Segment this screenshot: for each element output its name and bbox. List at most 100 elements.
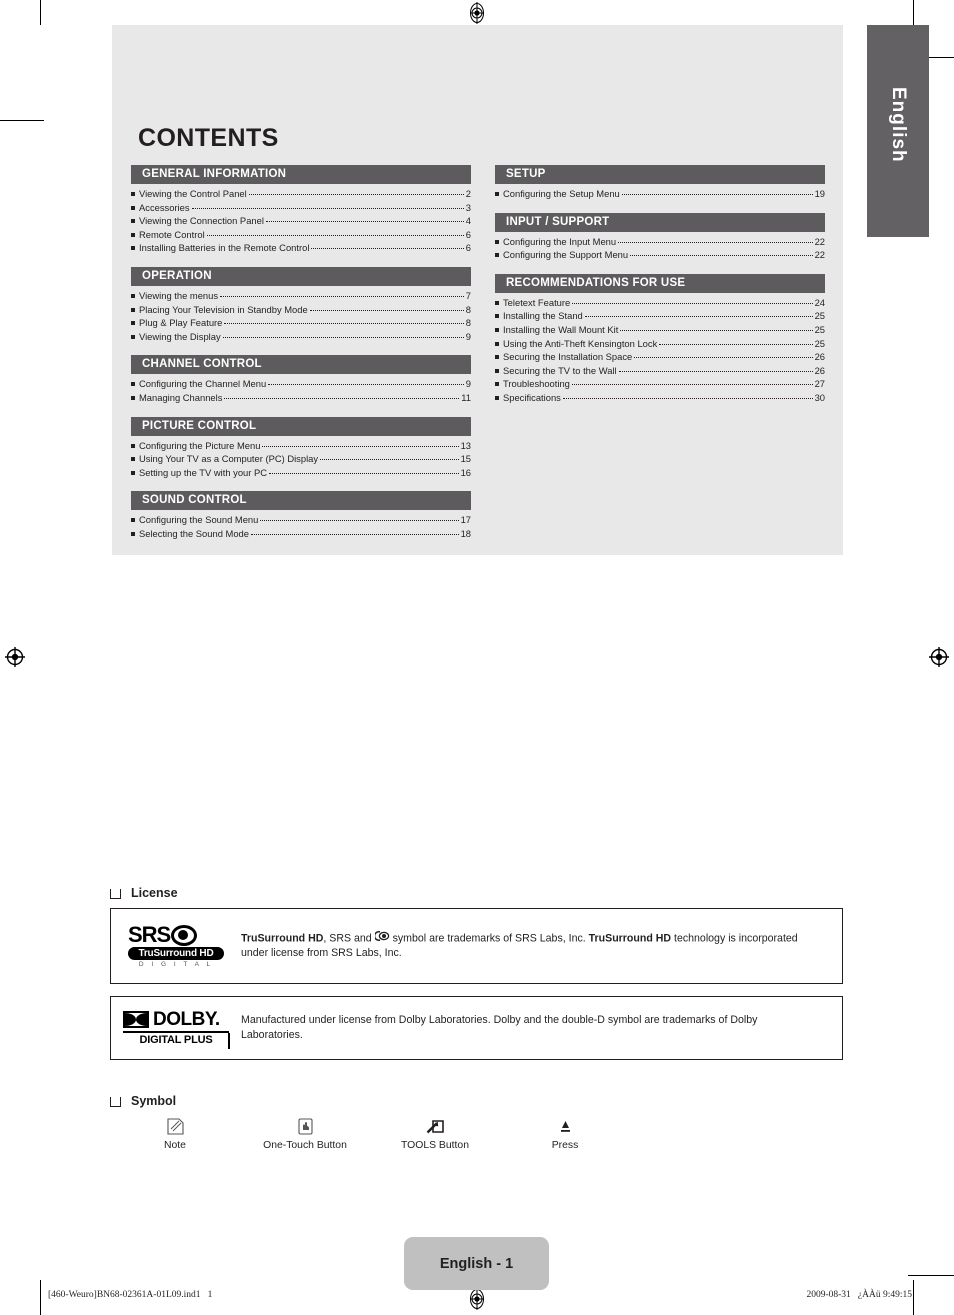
toc-entry-label: Configuring the Input Menu bbox=[503, 235, 617, 247]
toc-leader-dots bbox=[571, 377, 813, 386]
toc-entry-page: 17 bbox=[460, 514, 471, 526]
toc-leader-dots bbox=[260, 513, 459, 522]
toc-entry[interactable]: Using the Anti-Theft Kensington Lock 25 bbox=[495, 337, 825, 351]
symbol-legend-row: Note One-Touch Button TOOLS Button Press bbox=[110, 1114, 630, 1151]
toc-entry[interactable]: Securing the Installation Space 26 bbox=[495, 350, 825, 364]
square-bullet-icon bbox=[131, 334, 135, 339]
toc-entry[interactable]: Installing the Wall Mount Kit 25 bbox=[495, 323, 825, 337]
toc-section-header: RECOMMENDATIONS FOR USE bbox=[495, 273, 825, 293]
language-tab: English bbox=[867, 25, 929, 237]
toc-entry-label: Securing the Installation Space bbox=[503, 351, 633, 363]
symbol-label-one-touch: One-Touch Button bbox=[263, 1140, 347, 1151]
toc-leader-dots bbox=[248, 187, 464, 195]
toc-entry[interactable]: Remote Control 6 bbox=[131, 228, 471, 242]
toc-entry-label: Installing the Stand bbox=[503, 310, 583, 322]
toc-entry[interactable]: Installing Batteries in the Remote Contr… bbox=[131, 241, 471, 255]
toc-leader-dots bbox=[584, 309, 813, 318]
toc-entry-label: Plug & Play Feature bbox=[139, 317, 223, 329]
square-bullet-icon bbox=[131, 395, 135, 400]
toc-entry-label: Placing Your Television in Standby Mode bbox=[139, 303, 308, 315]
toc-entry-page: 6 bbox=[465, 228, 471, 240]
registration-mark-top bbox=[466, 2, 488, 24]
toc-entry[interactable]: Viewing the Connection Panel 4 bbox=[131, 214, 471, 228]
dolby-license-text: Manufactured under license from Dolby La… bbox=[241, 1014, 758, 1041]
toc-item-list: Teletext Feature 24 Installing the Stand 25… bbox=[495, 293, 825, 405]
dolby-digital-plus-logo-icon: DOLBY. DIGITAL PLUS bbox=[123, 1010, 230, 1049]
toc-leader-dots bbox=[222, 330, 464, 338]
symbol-label-tools: TOOLS Button bbox=[401, 1140, 469, 1151]
toc-leader-dots bbox=[206, 228, 464, 236]
toc-entry-label: Configuring the Picture Menu bbox=[139, 439, 261, 451]
square-bullet-icon bbox=[110, 1097, 121, 1107]
toc-entry[interactable]: Selecting the Sound Mode 18 bbox=[131, 527, 471, 541]
toc-entry[interactable]: Setting up the TV with your PC 16 bbox=[131, 466, 471, 480]
toc-leader-dots bbox=[224, 391, 460, 399]
toc-entry[interactable]: Viewing the Control Panel 2 bbox=[131, 187, 471, 201]
toc-column-right: SETUP Configuring the Setup Menu 19 INPUT /… bbox=[495, 165, 825, 417]
license-box-srs: SRS TruSurround HD D I G I T A L TruSurr… bbox=[110, 908, 843, 984]
toc-entry[interactable]: Configuring the Picture Menu 13 bbox=[131, 439, 471, 453]
note-icon bbox=[110, 1114, 240, 1138]
toc-leader-dots bbox=[224, 316, 464, 325]
symbol-heading-label: Symbol bbox=[131, 1094, 177, 1108]
square-bullet-icon bbox=[131, 192, 135, 196]
toc-group: INPUT / SUPPORT Configuring the Input Men… bbox=[495, 212, 825, 262]
toc-entry[interactable]: Configuring the Support Menu 22 bbox=[495, 248, 825, 262]
toc-group: RECOMMENDATIONS FOR USE Teletext Feature 2… bbox=[495, 273, 825, 405]
toc-entry-page: 25 bbox=[814, 310, 825, 322]
document-page: English CONTENTS GENERAL INFORMATION View… bbox=[0, 0, 954, 1315]
toc-entry[interactable]: Installing the Stand 25 bbox=[495, 309, 825, 323]
toc-entry-label: Accessories bbox=[139, 201, 190, 213]
toc-leader-dots bbox=[265, 214, 464, 223]
toc-entry[interactable]: Placing Your Television in Standby Mode 8 bbox=[131, 303, 471, 317]
toc-entry-page: 9 bbox=[465, 378, 471, 390]
toc-group: CHANNEL CONTROL Configuring the Channel M… bbox=[131, 355, 471, 404]
square-bullet-icon bbox=[131, 457, 135, 462]
toc-entry[interactable]: Configuring the Sound Menu 17 bbox=[131, 513, 471, 527]
srs-license-text: TruSurround HD, SRS and symbol are trade… bbox=[241, 930, 842, 961]
toc-group: SOUND CONTROL Configuring the Sound Menu 1… bbox=[131, 491, 471, 540]
toc-group: PICTURE CONTROL Configuring the Picture M… bbox=[131, 416, 471, 480]
square-bullet-icon bbox=[131, 321, 135, 326]
toc-entry[interactable]: Configuring the Channel Menu 9 bbox=[131, 377, 471, 391]
toc-leader-dots bbox=[634, 350, 813, 359]
square-bullet-icon bbox=[131, 443, 135, 448]
toc-entry[interactable]: Specifications 30 bbox=[495, 391, 825, 405]
toc-entry-label: Setting up the TV with your PC bbox=[139, 466, 268, 478]
crop-mark-top-left bbox=[40, 0, 41, 25]
crop-mark-bottom-right-vertical bbox=[913, 1280, 914, 1315]
crop-mark-top-right bbox=[913, 0, 914, 26]
toc-entry[interactable]: Configuring the Input Menu 22 bbox=[495, 235, 825, 249]
srs-text-part1: TruSurround HD bbox=[241, 932, 324, 945]
toc-entry[interactable]: Teletext Feature 24 bbox=[495, 296, 825, 310]
srs-text-part3: symbol are trademarks of SRS Labs, Inc. bbox=[389, 932, 589, 945]
square-bullet-icon bbox=[495, 300, 499, 305]
toc-column-left: GENERAL INFORMATION Viewing the Control P… bbox=[131, 165, 471, 553]
toc-leader-dots bbox=[309, 303, 464, 311]
toc-entry[interactable]: Securing the TV to the Wall 26 bbox=[495, 364, 825, 378]
toc-entry[interactable]: Managing Channels 11 bbox=[131, 391, 471, 405]
toc-entry[interactable]: Plug & Play Feature 8 bbox=[131, 316, 471, 330]
toc-entry[interactable]: Using Your TV as a Computer (PC) Display… bbox=[131, 452, 471, 466]
srs-text-part2: , SRS and bbox=[323, 932, 375, 945]
toc-entry-label: Troubleshooting bbox=[503, 378, 570, 390]
toc-item-list: Configuring the Channel Menu 9 Managing Ch… bbox=[131, 374, 471, 404]
toc-section-header: SOUND CONTROL bbox=[131, 491, 471, 511]
square-bullet-icon bbox=[495, 314, 499, 319]
toc-leader-dots bbox=[618, 235, 813, 243]
toc-entry[interactable]: Viewing the menus 7 bbox=[131, 289, 471, 303]
footer-timestamp: 2009-08-31 ¿ÀÀü 9:49:15 bbox=[806, 1290, 912, 1300]
toc-item-list: Viewing the Control Panel 2 Accessories 3 Vi… bbox=[131, 184, 471, 255]
square-bullet-icon bbox=[495, 239, 499, 244]
square-bullet-icon bbox=[495, 253, 499, 258]
toc-leader-dots bbox=[269, 466, 459, 474]
toc-entry-page: 11 bbox=[461, 391, 471, 403]
srs-trusurround-logo-icon: SRS TruSurround HD D I G I T A L bbox=[128, 924, 224, 968]
toc-entry[interactable]: Troubleshooting 27 bbox=[495, 377, 825, 391]
srs-circle-icon bbox=[171, 924, 198, 946]
toc-entry[interactable]: Configuring the Setup Menu 19 bbox=[495, 187, 825, 201]
toc-entry[interactable]: Viewing the Display 9 bbox=[131, 330, 471, 344]
toc-entry-page: 25 bbox=[814, 323, 825, 335]
toc-entry[interactable]: Accessories 3 bbox=[131, 201, 471, 215]
toc-entry-label: Selecting the Sound Mode bbox=[139, 527, 249, 539]
